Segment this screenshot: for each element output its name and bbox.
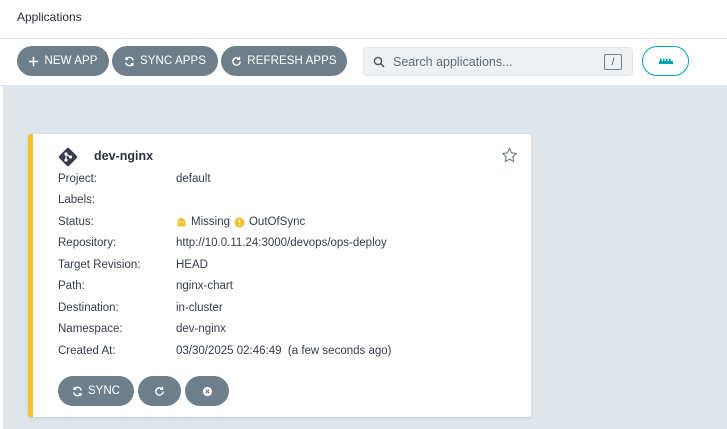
sync-button[interactable]: SYNC bbox=[58, 376, 134, 406]
repository-link[interactable]: http://10.0.11.24:3000/devops/ops-deploy bbox=[176, 237, 387, 249]
page-title: Applications bbox=[17, 10, 82, 24]
view-toggle-button[interactable] bbox=[642, 46, 689, 76]
top-bar: Applications bbox=[0, 0, 727, 40]
field-label: Path: bbox=[58, 280, 85, 292]
divider bbox=[0, 38, 727, 39]
search-icon bbox=[373, 56, 385, 68]
field-label: Target Revision: bbox=[58, 259, 141, 271]
application-card[interactable]: dev-nginx Project: default Labels: Statu… bbox=[28, 134, 531, 417]
field-label: Labels: bbox=[58, 194, 96, 206]
sync-label: SYNC bbox=[88, 385, 120, 397]
refresh-apps-button[interactable]: REFRESH APPS bbox=[221, 46, 347, 76]
sync-icon bbox=[125, 56, 134, 66]
search-shortcut-hint: / bbox=[604, 54, 622, 70]
sync-status-stripe bbox=[28, 134, 33, 417]
refresh-icon bbox=[232, 56, 242, 66]
refresh-icon bbox=[155, 386, 164, 396]
new-app-button[interactable]: NEW APP bbox=[17, 46, 109, 76]
close-circle-icon bbox=[202, 386, 212, 396]
toolbar: NEW APP SYNC APPS REFRESH APPS / bbox=[0, 40, 727, 86]
field-label: Namespace: bbox=[58, 323, 123, 335]
refresh-apps-label: REFRESH APPS bbox=[247, 55, 337, 67]
app-name[interactable]: dev-nginx bbox=[94, 149, 153, 163]
sync-status-text: OutOfSync bbox=[248, 216, 306, 228]
delete-button[interactable] bbox=[185, 376, 229, 406]
new-app-label: NEW APP bbox=[44, 55, 98, 67]
field-value: in-cluster bbox=[176, 302, 223, 314]
field-label: Repository: bbox=[58, 237, 117, 249]
field-value: dev-nginx bbox=[176, 323, 226, 335]
sync-apps-button[interactable]: SYNC APPS bbox=[112, 46, 218, 76]
search-input[interactable] bbox=[393, 54, 593, 69]
refresh-button[interactable] bbox=[138, 376, 181, 406]
field-label: Project: bbox=[58, 173, 97, 185]
favorite-star-icon[interactable] bbox=[501, 147, 518, 164]
field-label: Destination: bbox=[58, 302, 119, 314]
sync-icon bbox=[73, 386, 82, 396]
field-label: Status: bbox=[58, 216, 94, 228]
field-value: HEAD bbox=[176, 259, 208, 271]
plus-icon bbox=[29, 56, 39, 66]
out-of-sync-icon bbox=[234, 217, 245, 227]
sync-apps-label: SYNC APPS bbox=[139, 55, 207, 67]
field-value: 03/30/2025 02:46:49 (a few seconds ago) bbox=[176, 345, 392, 357]
search-box[interactable]: / bbox=[363, 47, 633, 76]
health-status-text: Missing bbox=[191, 216, 230, 228]
git-icon bbox=[58, 147, 78, 167]
tiles-view-icon bbox=[658, 58, 673, 64]
missing-ghost-icon bbox=[177, 217, 186, 227]
field-value: nginx-chart bbox=[176, 280, 233, 292]
field-label: Created At: bbox=[58, 345, 116, 357]
status-values: Missing OutOfSync bbox=[176, 216, 305, 228]
field-value: default bbox=[176, 173, 211, 185]
